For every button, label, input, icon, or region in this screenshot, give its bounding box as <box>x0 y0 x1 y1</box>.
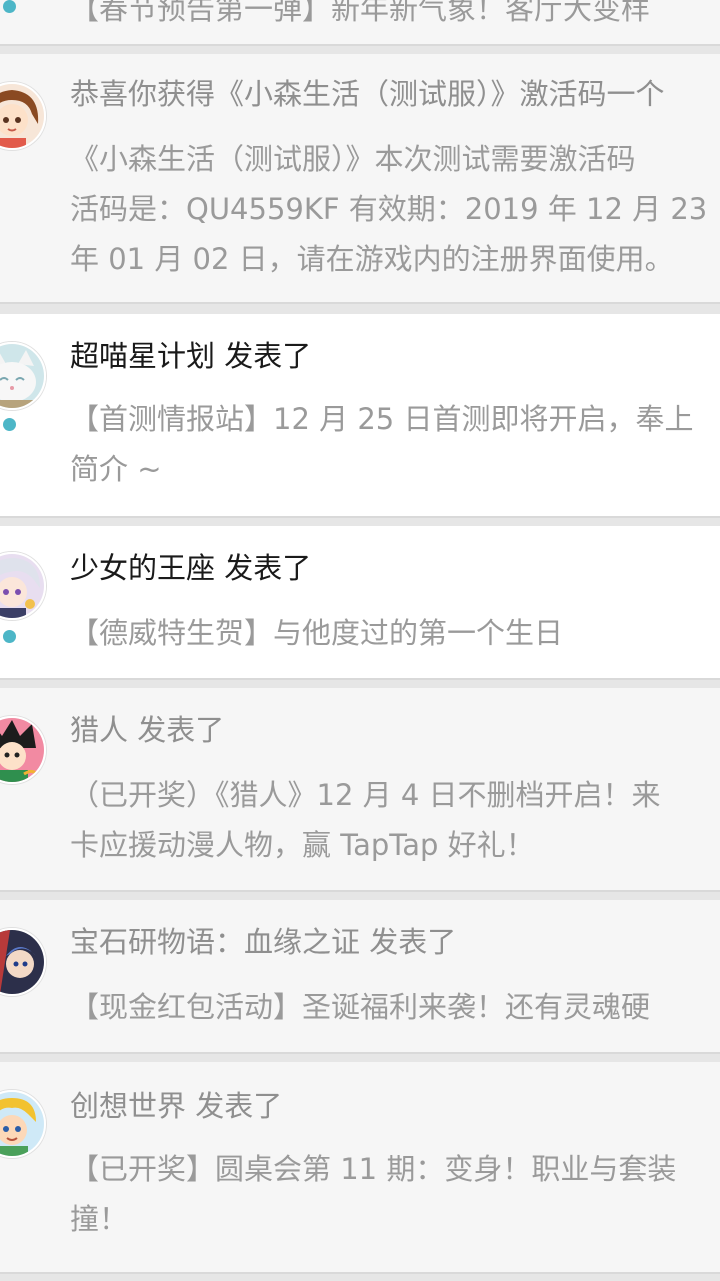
unread-dot <box>3 630 16 643</box>
notification-body-line: 卡应援动漫人物，赢 TapTap 好礼！ <box>70 828 535 862</box>
anime-boy-avatar-icon[interactable] <box>0 552 46 620</box>
gem-game-avatar-icon[interactable] <box>0 928 46 996</box>
notification-body: 【春节预告第一弹】新年新气象！客厅大变样 <box>70 0 720 34</box>
notification-body: （已开奖）《猎人》12 月 4 日不删档开启！来 卡应援动漫人物，赢 TapTa… <box>70 770 720 870</box>
notification-title: 创想世界 发表了 <box>70 1089 283 1123</box>
notification-title: 猎人 发表了 <box>70 713 225 747</box>
notification-card[interactable]: 猎人 发表了 （已开奖）《猎人》12 月 4 日不删档开启！来 卡应援动漫人物，… <box>0 688 720 892</box>
unread-dot <box>3 0 16 13</box>
notification-body: 【德威特生贺】与他度过的第一个生日 <box>70 608 720 658</box>
notification-body: 【现金红包活动】圣诞福利来袭！还有灵魂硬 <box>70 982 720 1032</box>
notification-body-line: （已开奖）《猎人》12 月 4 日不删档开启！来 <box>70 778 661 812</box>
notification-body: 【首测情报站】12 月 25 日首测即将开启，奉上 简介 ~ <box>70 394 720 494</box>
notification-body-line: 撞！ <box>70 1202 129 1236</box>
notification-body-line: 【德威特生贺】与他度过的第一个生日 <box>70 616 564 650</box>
notification-body-line: 活码是：QU4559KF 有效期：2019 年 12 月 23 <box>70 192 708 226</box>
notification-card[interactable]: 【春节预告第一弹】新年新气象！客厅大变样 <box>0 0 720 46</box>
unread-dot <box>3 418 16 431</box>
notification-body-line: 【已开奖】圆桌会第 11 期：变身！职业与套装 <box>70 1152 677 1186</box>
notification-body: 《小森生活（测试服）》本次测试需要激活码 活码是：QU4559KF 有效期：20… <box>70 134 720 284</box>
notification-card[interactable]: 超喵星计划 发表了 【首测情报站】12 月 25 日首测即将开启，奉上 简介 ~ <box>0 314 720 518</box>
notification-body-line: 【首测情报站】12 月 25 日首测即将开启，奉上 <box>70 402 694 436</box>
notification-card[interactable]: 创想世界 发表了 【已开奖】圆桌会第 11 期：变身！职业与套装 撞！ <box>0 1062 720 1274</box>
notification-body: 【已开奖】圆桌会第 11 期：变身！职业与套装 撞！ <box>70 1144 720 1244</box>
notification-title: 宝石研物语：血缘之证 发表了 <box>70 925 457 959</box>
notification-card[interactable]: 恭喜你获得《小森生活（测试服）》激活码一个 《小森生活（测试服）》本次测试需要激… <box>0 54 720 304</box>
notification-body-line: 年 01 月 02 日，请在游戏内的注册界面使用。 <box>70 242 674 276</box>
hunter-avatar-icon[interactable] <box>0 716 46 784</box>
notification-body-line: 【现金红包活动】圣诞福利来袭！还有灵魂硬 <box>70 990 651 1024</box>
notification-body-line: 简介 ~ <box>70 452 162 486</box>
cartoon-boy-avatar-icon[interactable] <box>0 1090 46 1158</box>
notification-card[interactable]: 宝石研物语：血缘之证 发表了 【现金红包活动】圣诞福利来袭！还有灵魂硬 <box>0 900 720 1054</box>
notification-body-line: 【春节预告第一弹】新年新气象！客厅大变样 <box>70 0 651 26</box>
notification-card[interactable]: 少女的王座 发表了 【德威特生贺】与他度过的第一个生日 <box>0 526 720 680</box>
notification-title: 恭喜你获得《小森生活（测试服）》激活码一个 <box>70 77 665 111</box>
notification-title: 少女的王座 发表了 <box>70 551 312 585</box>
girl-avatar-icon[interactable] <box>0 82 46 150</box>
notification-body-line: 《小森生活（测试服）》本次测试需要激活码 <box>70 142 636 176</box>
notification-title: 超喵星计划 发表了 <box>70 339 312 373</box>
cat-avatar-icon[interactable] <box>0 342 46 410</box>
